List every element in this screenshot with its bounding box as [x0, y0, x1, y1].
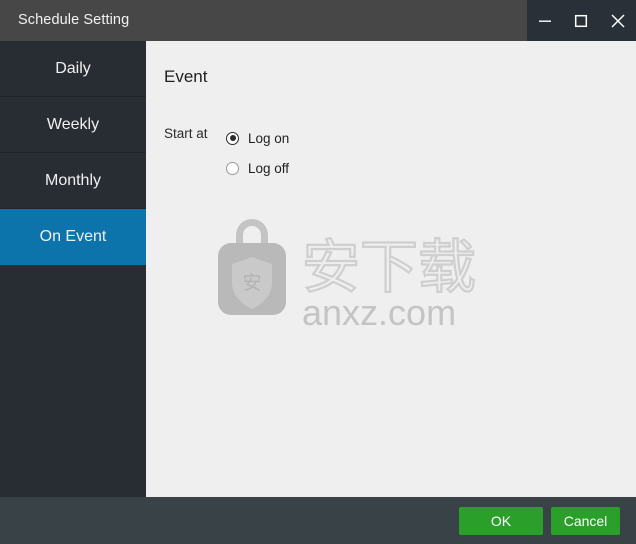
start-at-field: Start at Log on Log off [164, 123, 289, 183]
content-panel: Event Start at Log on Log off 安 安下载 anxz… [146, 41, 636, 497]
radio-log-on-icon[interactable] [226, 131, 239, 145]
svg-text:安: 安 [242, 272, 261, 294]
footer-bar: OK Cancel [0, 497, 636, 544]
schedule-setting-window: Schedule Setting Daily Weekly Monthly On… [0, 0, 636, 544]
watermark-domain-text: anxz.com [302, 292, 456, 333]
start-at-label: Start at [164, 126, 208, 141]
cancel-button[interactable]: Cancel [551, 507, 620, 535]
sidebar-item-label: Weekly [46, 116, 100, 133]
window-controls [527, 0, 636, 41]
watermark-anxz: 安 安下载 anxz.com [206, 217, 496, 337]
close-button[interactable] [601, 0, 635, 41]
radio-log-off-icon[interactable] [226, 161, 239, 175]
sidebar: Daily Weekly Monthly On Event [0, 41, 146, 497]
close-icon [609, 12, 627, 30]
radio-option-log-off[interactable]: Log off [226, 153, 289, 183]
sidebar-item-weekly[interactable]: Weekly [0, 97, 146, 153]
radio-log-on-label: Log on [248, 130, 290, 146]
titlebar: Schedule Setting [0, 0, 636, 41]
sidebar-item-label: Daily [55, 60, 91, 77]
watermark-cn-text: 安下载 [302, 233, 476, 301]
maximize-button[interactable] [564, 0, 598, 41]
sidebar-item-label: Monthly [44, 172, 102, 189]
radio-option-log-on[interactable]: Log on [226, 123, 289, 153]
event-radio-group: Log on Log off [226, 123, 289, 183]
ok-button[interactable]: OK [459, 507, 543, 535]
sidebar-item-on-event[interactable]: On Event [0, 209, 146, 265]
shopping-bag-icon: 安 [218, 219, 286, 315]
sidebar-item-monthly[interactable]: Monthly [0, 153, 146, 209]
window-title: Schedule Setting [18, 12, 130, 28]
sidebar-item-daily[interactable]: Daily [0, 41, 146, 97]
sidebar-item-label: On Event [39, 228, 107, 245]
minimize-icon [537, 13, 553, 29]
minimize-button[interactable] [528, 0, 562, 41]
maximize-icon [573, 13, 589, 29]
section-title: Event [164, 67, 208, 86]
radio-log-off-label: Log off [248, 160, 290, 176]
